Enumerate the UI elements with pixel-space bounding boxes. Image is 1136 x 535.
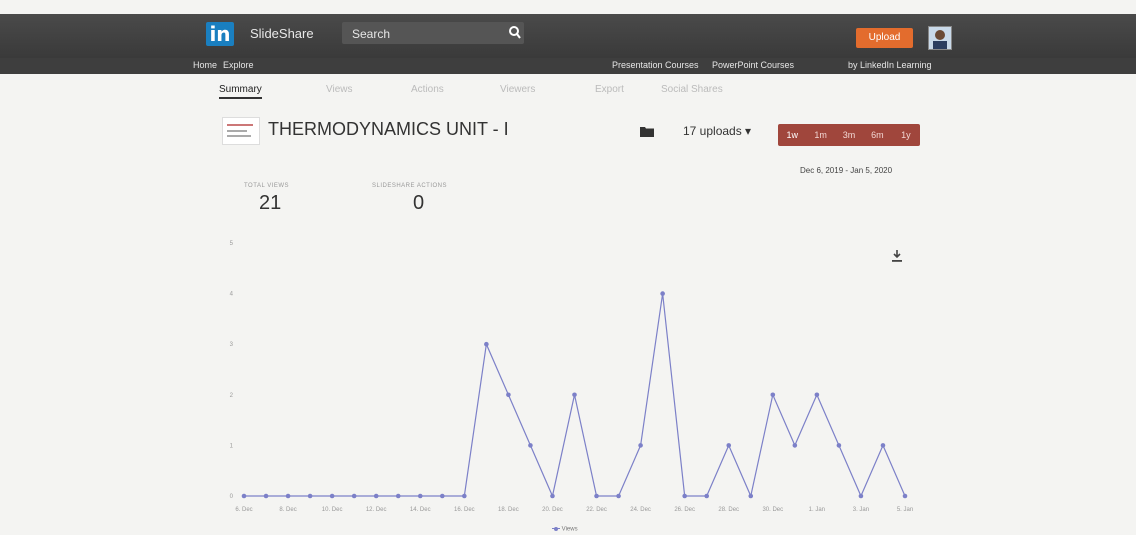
data-point[interactable] — [792, 443, 798, 448]
y-tick-label: 1 — [230, 443, 234, 449]
data-point[interactable] — [550, 493, 555, 499]
x-tick-label: 24. Dec — [630, 507, 651, 513]
x-tick-label: 26. Dec — [674, 507, 695, 513]
data-point[interactable] — [726, 443, 732, 448]
data-point[interactable] — [263, 493, 269, 499]
legend-marker — [552, 526, 560, 532]
y-tick-label: 0 — [230, 494, 234, 500]
chart-legend[interactable]: Views — [552, 526, 578, 533]
data-point[interactable] — [836, 443, 842, 448]
data-point[interactable] — [417, 493, 423, 499]
x-tick-label: 8. Dec — [279, 507, 296, 513]
x-tick-label: 6. Dec — [235, 507, 252, 513]
x-tick-label: 10. Dec — [322, 507, 343, 513]
data-point[interactable] — [902, 493, 908, 499]
data-point[interactable] — [814, 392, 820, 398]
data-point[interactable] — [241, 493, 247, 499]
x-tick-label: 20. Dec — [542, 507, 563, 513]
x-tick-label: 14. Dec — [410, 507, 431, 513]
x-tick-label: 3. Jan — [853, 507, 869, 513]
x-tick-label: 12. Dec — [366, 507, 387, 513]
y-tick-label: 3 — [230, 342, 234, 348]
data-point[interactable] — [395, 493, 401, 499]
data-point[interactable] — [307, 493, 313, 499]
legend-label: Views — [561, 526, 578, 533]
data-point[interactable] — [748, 493, 754, 499]
data-point[interactable] — [638, 443, 643, 448]
x-tick-label: 18. Dec — [498, 507, 519, 513]
data-point[interactable] — [616, 493, 621, 499]
x-tick-label: 22. Dec — [586, 507, 607, 513]
data-point[interactable] — [528, 443, 533, 448]
data-point[interactable] — [285, 493, 291, 499]
x-tick-label: 1. Jan — [809, 507, 825, 513]
data-point[interactable] — [484, 341, 489, 347]
data-point[interactable] — [373, 493, 379, 499]
x-tick-label: 30. Dec — [762, 507, 783, 513]
data-point[interactable] — [572, 392, 577, 398]
data-point[interactable] — [682, 493, 687, 499]
data-point[interactable] — [329, 493, 335, 499]
data-point[interactable] — [506, 392, 511, 398]
y-tick-label: 4 — [230, 292, 234, 298]
y-tick-label: 2 — [230, 393, 234, 399]
data-point[interactable] — [594, 493, 599, 499]
data-point[interactable] — [704, 493, 709, 499]
data-point[interactable] — [770, 392, 776, 398]
x-tick-label: 16. Dec — [454, 507, 475, 513]
data-point[interactable] — [351, 493, 357, 499]
x-tick-label: 5. Jan — [897, 507, 913, 513]
data-point[interactable] — [660, 291, 665, 296]
y-tick-label: 5 — [230, 241, 234, 247]
views-line-chart: 0 1 2 3 4 5 6. Dec 8. Dec 10. Dec 12. Dec 14. Dec 1… — [230, 241, 914, 513]
data-point[interactable] — [440, 493, 445, 499]
data-point[interactable] — [858, 493, 864, 499]
data-point[interactable] — [880, 443, 886, 448]
x-tick-label: 28. Dec — [718, 507, 739, 513]
data-point[interactable] — [462, 493, 467, 499]
